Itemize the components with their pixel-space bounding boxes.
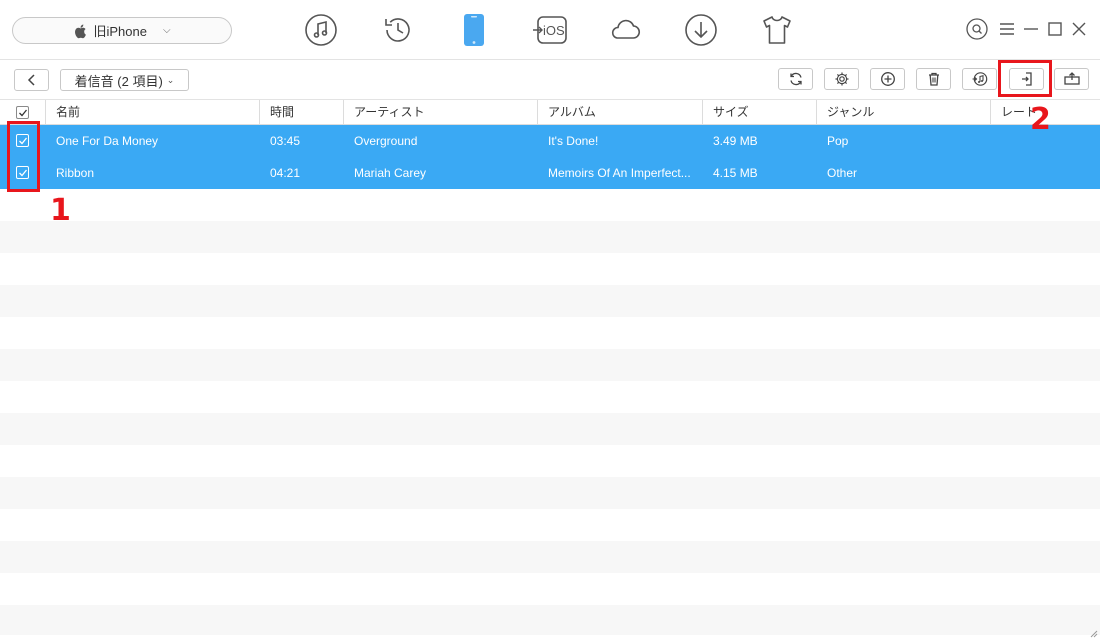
to-device-icon	[1063, 72, 1080, 85]
table-header: 名前 時間 アーティスト アルバム サイズ ジャンル レート	[0, 100, 1100, 125]
chevron-left-icon	[27, 74, 35, 86]
annotation-number-1: 1	[50, 193, 71, 228]
apple-icon	[75, 24, 87, 38]
column-header-size[interactable]: サイズ	[703, 100, 817, 125]
close-icon[interactable]	[1068, 18, 1090, 40]
minimize-icon[interactable]	[1020, 18, 1042, 40]
annotation-box-checkboxes	[7, 121, 40, 192]
ringtone-list: One For Da Money 03:45 Overground It's D…	[0, 125, 1100, 640]
cell-genre: Other	[827, 166, 858, 180]
device-name: 旧iPhone	[93, 24, 147, 39]
maximize-icon[interactable]	[1044, 18, 1066, 40]
music-icon[interactable]	[303, 12, 339, 48]
chevron-down-icon: ⌵	[162, 25, 171, 36]
device-selector[interactable]: 旧iPhone ⌵	[12, 17, 232, 44]
back-button[interactable]	[14, 69, 49, 91]
resize-grip-icon[interactable]	[1088, 628, 1098, 638]
annotation-box-export-button	[998, 60, 1052, 97]
empty-row	[0, 509, 1100, 541]
empty-row	[0, 221, 1100, 253]
toolbar: 着信音 (2 項目) ⌄	[0, 60, 1100, 100]
empty-row	[0, 573, 1100, 605]
check-icon	[19, 109, 28, 117]
empty-row	[0, 445, 1100, 477]
empty-row	[0, 381, 1100, 413]
chevron-down-icon: ⌄	[166, 74, 175, 85]
cell-name: One For Da Money	[56, 134, 159, 148]
ios-label: iOS	[543, 23, 565, 38]
to-itunes-button[interactable]	[962, 68, 997, 90]
cell-time: 03:45	[270, 134, 301, 148]
refresh-icon	[789, 72, 802, 86]
category-label: 着信音 (2 項目)	[74, 73, 163, 89]
cell-artist: Mariah Carey	[354, 166, 427, 180]
table-row[interactable]: One For Da Money 03:45 Overground It's D…	[0, 125, 1100, 157]
cell-album: It's Done!	[548, 134, 599, 148]
empty-row	[0, 413, 1100, 445]
column-header-genre[interactable]: ジャンル	[817, 100, 991, 125]
category-selector[interactable]: 着信音 (2 項目) ⌄	[60, 69, 189, 91]
empty-row	[0, 253, 1100, 285]
column-header-album[interactable]: アルバム	[538, 100, 703, 125]
table-row[interactable]: Ribbon 04:21 Mariah Carey Memoirs Of An …	[0, 157, 1100, 189]
annotation-number-2: 2	[1030, 102, 1051, 137]
empty-row	[0, 349, 1100, 381]
trash-icon	[928, 72, 939, 86]
top-bar: 旧iPhone ⌵ iOS	[0, 0, 1100, 60]
column-header-time[interactable]: 時間	[260, 100, 344, 125]
empty-row	[0, 605, 1100, 635]
phone-icon[interactable]	[456, 12, 492, 48]
empty-row	[0, 541, 1100, 573]
cell-time: 04:21	[270, 166, 301, 180]
history-icon[interactable]	[380, 12, 416, 48]
export-to-device-button[interactable]	[1054, 68, 1089, 90]
add-button[interactable]	[870, 68, 905, 90]
tshirt-icon[interactable]	[759, 12, 795, 48]
empty-row	[0, 477, 1100, 509]
add-icon	[880, 72, 895, 86]
cell-genre: Pop	[827, 134, 849, 148]
column-header-artist[interactable]: アーティスト	[344, 100, 538, 125]
settings-button[interactable]	[824, 68, 859, 90]
cell-album: Memoirs Of An Imperfect...	[548, 166, 691, 180]
column-header-name[interactable]: 名前	[46, 100, 260, 125]
ios-transfer-icon[interactable]: iOS	[532, 12, 570, 48]
cell-artist: Overground	[354, 134, 418, 148]
cell-size: 3.49 MB	[713, 134, 758, 148]
gear-icon	[835, 72, 848, 86]
cell-name: Ribbon	[56, 166, 95, 180]
cell-size: 4.15 MB	[713, 166, 758, 180]
empty-row	[0, 189, 1100, 221]
to-itunes-icon	[972, 72, 987, 86]
refresh-button[interactable]	[778, 68, 813, 90]
select-all-checkbox[interactable]	[16, 106, 29, 119]
download-icon[interactable]	[683, 12, 719, 48]
search-icon[interactable]	[966, 18, 988, 40]
cloud-icon[interactable]	[607, 12, 643, 48]
menu-icon[interactable]	[996, 18, 1018, 40]
empty-row	[0, 317, 1100, 349]
empty-row	[0, 285, 1100, 317]
delete-button[interactable]	[916, 68, 951, 90]
